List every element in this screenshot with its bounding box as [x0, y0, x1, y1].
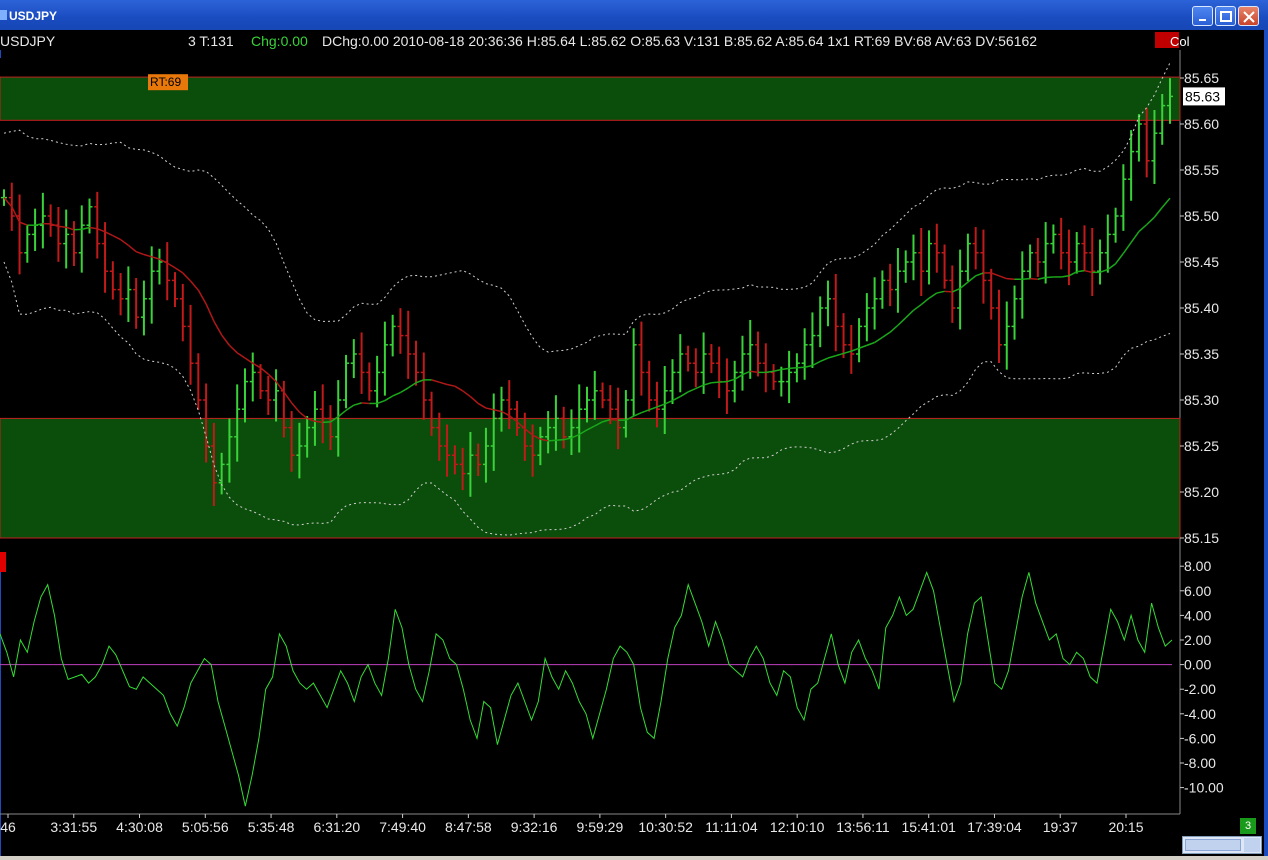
- moving-average-segment: [58, 225, 67, 228]
- time-tick-label: 19:37: [1043, 819, 1078, 835]
- time-tick-label: 5:05:56: [182, 819, 229, 835]
- price-pane: 85.65 85.60 85.55 85.50 85.45 85.40 85.35 85.30…: [0, 50, 1225, 815]
- minimize-icon: [1199, 19, 1206, 21]
- moving-average-segment: [322, 421, 331, 424]
- price-tick-label: 85.30: [1184, 392, 1219, 408]
- osc-tick-label: -8.00: [1184, 755, 1216, 771]
- time-tick-label: 9:32:16: [511, 819, 558, 835]
- scrollbar-thumb[interactable]: [1185, 839, 1241, 851]
- close-icon: [1243, 11, 1255, 23]
- price-tick-label: 85.55: [1184, 162, 1219, 178]
- osc-tick-label: -6.00: [1184, 730, 1216, 746]
- oscillator-line: [0, 570, 1173, 807]
- moving-average-segment: [711, 381, 720, 384]
- quote-trades: 3 T:131: [188, 33, 234, 49]
- time-tick-label: 3:31:55: [50, 819, 97, 835]
- moving-average-segment: [1045, 276, 1054, 279]
- minimize-button[interactable]: [1192, 6, 1213, 26]
- price-tick-label: 85.60: [1184, 116, 1219, 132]
- moving-average-segment: [555, 438, 564, 441]
- app-icon: [0, 10, 7, 20]
- close-button[interactable]: [1238, 6, 1259, 26]
- osc-tick-label: 0.00: [1184, 657, 1211, 673]
- moving-average-segment: [1030, 277, 1038, 280]
- time-tick-label: 7:49:40: [379, 819, 426, 835]
- maximize-button[interactable]: [1215, 6, 1236, 26]
- moving-average-segment: [944, 290, 953, 293]
- price-tick-label: 85.35: [1184, 346, 1219, 362]
- moving-average-segment: [719, 380, 727, 383]
- quote-chg: Chg:0.00: [251, 33, 308, 49]
- time-tick-label: 15:41:01: [901, 819, 956, 835]
- quote-details: DChg:0.00 2010-08-18 20:36:36 H:85.64 L:…: [322, 33, 1037, 49]
- time-tick-label: 8:47:58: [445, 819, 492, 835]
- horizontal-scrollbar[interactable]: [1182, 836, 1262, 854]
- osc-tick-label: -2.00: [1184, 681, 1216, 697]
- moving-average-segment: [1006, 277, 1015, 280]
- time-tick-label: 17:39:04: [967, 819, 1022, 835]
- osc-tick-label: 6.00: [1184, 583, 1211, 599]
- time-tick-label: 20:15: [1108, 819, 1143, 835]
- price-tick-label: 85.45: [1184, 254, 1219, 270]
- time-tick-label: 11:11:04: [705, 819, 758, 835]
- window-frame-right: [1264, 30, 1268, 860]
- price-tick-label: 85.50: [1184, 208, 1219, 224]
- scroll-right-button[interactable]: [1244, 838, 1260, 852]
- osc-tick-label: 2.00: [1184, 632, 1211, 648]
- maximize-icon: [1220, 11, 1232, 22]
- time-tick-label: 10:30:52: [638, 819, 693, 835]
- quote-corner-text: Col: [1170, 34, 1190, 49]
- moving-average-segment: [796, 366, 805, 369]
- window-title: USDJPY: [9, 9, 58, 23]
- time-tick-label: 9:59:29: [577, 819, 624, 835]
- rt-badge-label: RT:69: [150, 75, 181, 89]
- moving-average-segment: [548, 439, 556, 442]
- time-tick-label: 46: [0, 819, 16, 835]
- title-bar: USDJPY: [0, 0, 1268, 30]
- moving-average-segment: [789, 367, 797, 370]
- quote-symbol: USDJPY: [0, 33, 56, 49]
- osc-tick-label: -4.00: [1184, 706, 1216, 722]
- price-tick-label: 85.40: [1184, 300, 1219, 316]
- osc-tick-label: -10.00: [1184, 780, 1224, 796]
- price-tick-label: 85.15: [1184, 530, 1219, 546]
- pane-marker: [0, 552, 6, 572]
- osc-tick-label: 4.00: [1184, 607, 1211, 623]
- moving-average-segment: [610, 418, 619, 421]
- price-tick-label: 85.20: [1184, 484, 1219, 500]
- moving-average-segment: [1022, 277, 1031, 280]
- oscillator-pane: 8.00 6.00 4.00 2.00 0.00 -2.00 -4.00 -6.00 -8.00…: [0, 558, 1224, 807]
- osc-tick-label: 8.00: [1184, 558, 1211, 574]
- time-axis: 46 3:31:55 4:30:08 5:05:56 5:35:48 6:31:20 7:4…: [0, 814, 1144, 835]
- time-tick-label: 5:35:48: [248, 819, 295, 835]
- price-tick-label: 85.25: [1184, 438, 1219, 454]
- time-tick-label: 6:31:20: [313, 819, 360, 835]
- price-zone-1: [0, 417, 1181, 539]
- moving-average-segment: [361, 402, 370, 405]
- chart-canvas[interactable]: USDJPY 3 T:131 Chg:0.00 DChg:0.00 2010-0…: [0, 30, 1264, 856]
- page-badge[interactable]: 3: [1240, 818, 1256, 834]
- time-tick-label: 13:56:11: [836, 819, 890, 835]
- last-price-label: 85.63: [1185, 88, 1220, 104]
- price-tick-label: 85.65: [1184, 70, 1219, 86]
- time-tick-label: 4:30:08: [116, 819, 163, 835]
- time-tick-label: 12:10:10: [770, 819, 825, 835]
- status-bar: [0, 856, 1268, 860]
